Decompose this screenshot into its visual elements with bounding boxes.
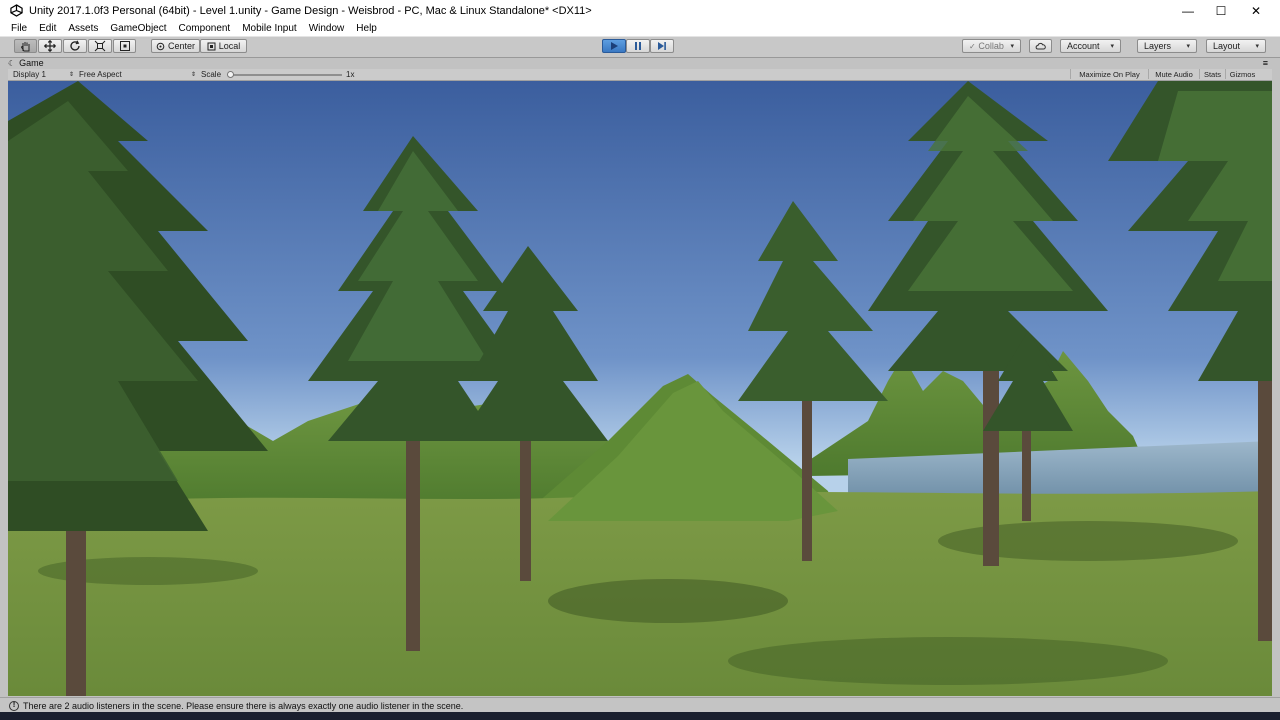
game-viewport[interactable] [8, 81, 1272, 696]
collab-dropdown[interactable]: ✓ Collab ▾ [962, 39, 1021, 53]
minimize-button[interactable]: — [1170, 0, 1206, 21]
unity-editor-window: Unity 2017.1.0f3 Personal (64bit) - Leve… [0, 0, 1280, 720]
step-button[interactable] [650, 39, 674, 53]
scale-tool-button[interactable] [88, 39, 112, 53]
aspect-label: Free Aspect [79, 70, 122, 79]
menu-component[interactable]: Component [173, 23, 237, 34]
center-label: Center [167, 41, 195, 51]
caret-down-icon: ▾ [1255, 43, 1259, 50]
collab-label: Collab [978, 41, 1004, 51]
gizmos-dropdown[interactable]: Gizmos [1225, 69, 1259, 79]
updown-icon: ⇕ [69, 72, 75, 78]
account-dropdown[interactable]: Account ▾ [1060, 39, 1121, 53]
game-view-icon: ☾ [8, 58, 16, 68]
scale-icon [94, 40, 106, 52]
updown-icon: ⇕ [191, 72, 197, 78]
rotate-icon [70, 40, 80, 51]
game-tab-label: Game [19, 58, 44, 68]
window-bottom-edge [0, 712, 1280, 720]
play-icon [611, 42, 618, 50]
game-scene [8, 81, 1272, 696]
tree-shadow [548, 579, 788, 623]
game-tab-strip: ☾ Game ≡ [0, 58, 1280, 68]
hand-icon [20, 41, 29, 51]
maximize-on-play-toggle[interactable]: Maximize On Play [1070, 69, 1148, 79]
menu-edit[interactable]: Edit [33, 23, 62, 34]
menu-mobile-input[interactable]: Mobile Input [236, 23, 302, 34]
unity-logo-icon [10, 4, 23, 17]
cloud-icon [1035, 42, 1046, 50]
move-tool-button[interactable] [38, 39, 62, 53]
center-pivot-icon [156, 42, 165, 50]
display-label: Display 1 [13, 70, 46, 79]
rect-tool-button[interactable] [113, 39, 136, 53]
menu-help[interactable]: Help [350, 23, 383, 34]
pause-button[interactable] [626, 39, 650, 53]
account-label: Account [1067, 41, 1100, 51]
scale-slider-track[interactable] [230, 74, 342, 76]
local-space-icon [207, 42, 216, 50]
cloud-services-button[interactable] [1029, 39, 1052, 53]
layout-dropdown[interactable]: Layout ▾ [1206, 39, 1266, 53]
caret-down-icon: ▾ [1186, 43, 1190, 50]
menu-file[interactable]: File [0, 23, 33, 34]
tab-menu-icon[interactable]: ≡ [1263, 58, 1268, 68]
check-icon: ✓ [969, 41, 976, 51]
info-icon: ! [9, 700, 19, 711]
hand-tool-button[interactable] [14, 39, 37, 53]
scale-label: Scale [201, 70, 222, 79]
move-icon [44, 40, 56, 52]
game-view-toolbar: Display 1 ⇕ Free Aspect ⇕ Scale 1x Maxim… [8, 69, 1272, 81]
menu-bar: File Edit Assets GameObject Component Mo… [0, 21, 1280, 37]
layers-label: Layers [1144, 41, 1172, 51]
caret-down-icon: ▾ [1110, 43, 1114, 50]
game-tab[interactable]: ☾ Game [8, 58, 44, 68]
tree-shadow [728, 637, 1168, 685]
close-button[interactable]: ✕ [1238, 0, 1274, 21]
gizmos-label: Gizmos [1229, 69, 1256, 79]
stats-toggle[interactable]: Stats [1199, 69, 1225, 79]
step-icon [658, 42, 666, 50]
main-toolbar: Center Local ✓ Collab ▾ Account ▾ Layers [0, 37, 1280, 58]
menu-assets[interactable]: Assets [62, 23, 104, 34]
status-message: There are 2 audio listeners in the scene… [23, 700, 464, 711]
rotate-tool-button[interactable] [63, 39, 87, 53]
caret-down-icon: ▾ [1010, 43, 1014, 50]
pause-icon [635, 42, 641, 50]
play-button[interactable] [602, 39, 626, 53]
mute-audio-toggle[interactable]: Mute Audio [1148, 69, 1199, 79]
console-status-bar[interactable]: ! There are 2 audio listeners in the sce… [0, 697, 1280, 713]
rect-transform-icon [119, 41, 130, 51]
window-title: Unity 2017.1.0f3 Personal (64bit) - Leve… [29, 4, 592, 17]
scale-value: 1x [346, 70, 355, 79]
layers-dropdown[interactable]: Layers ▾ [1137, 39, 1197, 53]
local-label: Local [218, 41, 241, 51]
pivot-local-toggle[interactable]: Local [200, 39, 247, 53]
display-dropdown[interactable]: Display 1 ⇕ [13, 69, 75, 80]
menu-gameobject[interactable]: GameObject [104, 23, 172, 34]
scale-slider-knob[interactable] [227, 71, 234, 78]
pivot-center-toggle[interactable]: Center [151, 39, 200, 53]
layout-label: Layout [1213, 41, 1241, 51]
aspect-dropdown[interactable]: Free Aspect ⇕ [79, 69, 197, 80]
maximize-button[interactable]: ☐ [1203, 0, 1239, 21]
title-bar: Unity 2017.1.0f3 Personal (64bit) - Leve… [0, 0, 1280, 21]
menu-window[interactable]: Window [303, 23, 351, 34]
